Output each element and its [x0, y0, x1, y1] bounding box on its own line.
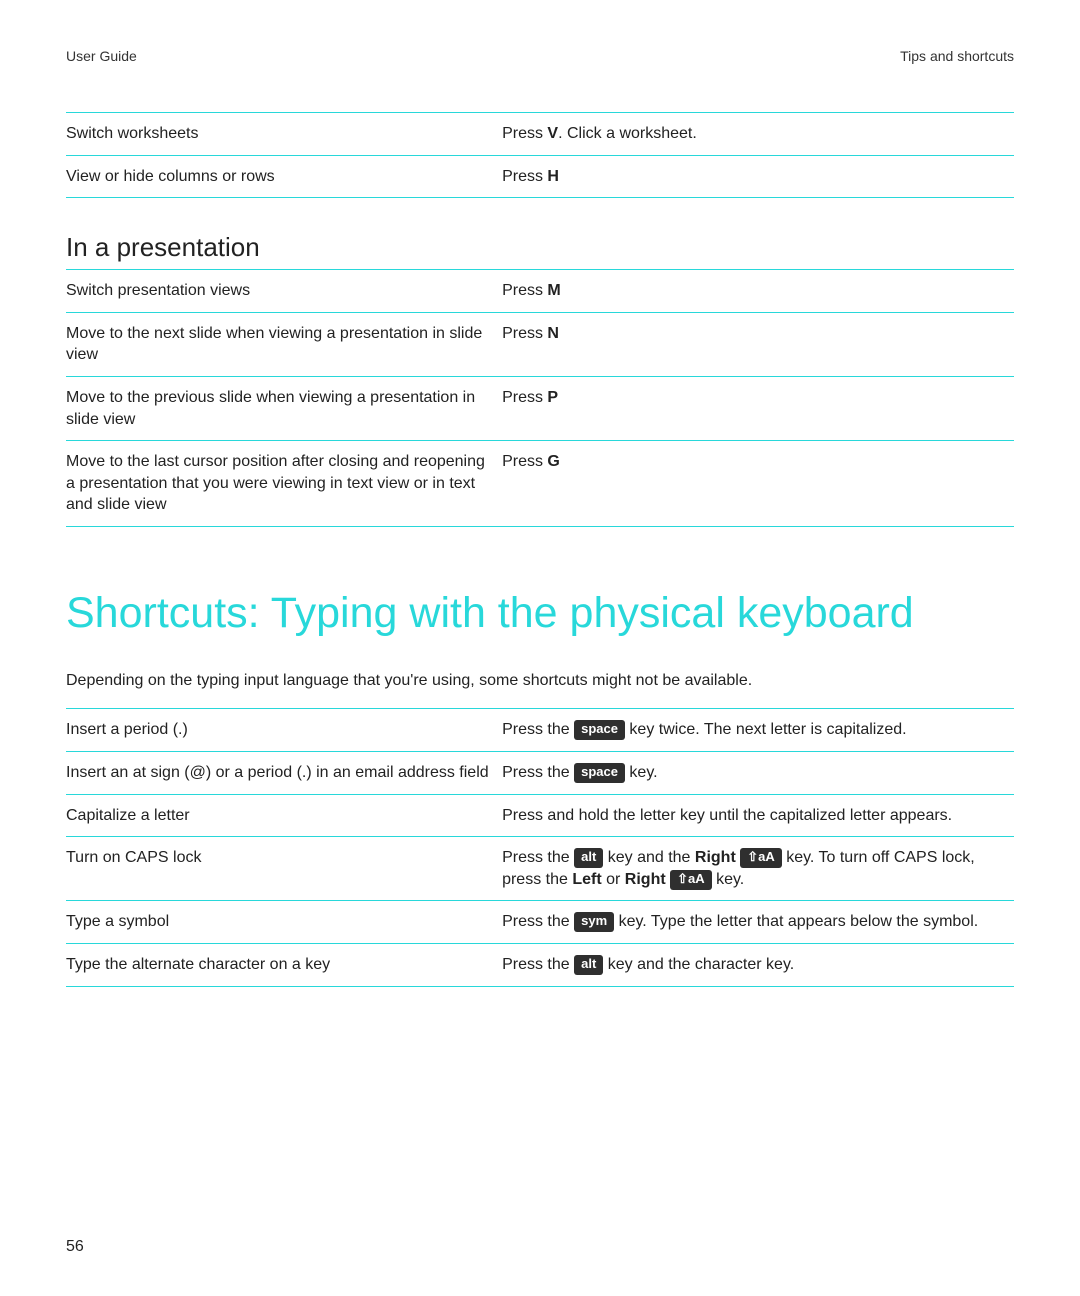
alt-keycap-icon: alt: [574, 955, 603, 975]
shortcut-description: Type a symbol: [66, 901, 502, 944]
shortcut-instruction: Press the alt key and the character key.: [502, 943, 1014, 986]
spreadsheet-shortcut-table: Switch worksheetsPress V. Click a worksh…: [66, 112, 1014, 198]
shortcut-instruction: Press V. Click a worksheet.: [502, 113, 1014, 156]
bold-key: P: [547, 389, 558, 406]
shortcut-description: Switch presentation views: [66, 270, 502, 313]
table-row: Capitalize a letterPress and hold the le…: [66, 794, 1014, 837]
table-row: Switch worksheetsPress V. Click a worksh…: [66, 113, 1014, 156]
running-header: User Guide Tips and shortcuts: [66, 48, 1014, 64]
typing-shortcut-table: Insert a period (.)Press the space key t…: [66, 708, 1014, 986]
document-page: User Guide Tips and shortcuts Switch wor…: [0, 0, 1080, 1296]
shortcut-description: Insert a period (.): [66, 709, 502, 752]
bold-key: G: [547, 453, 559, 470]
alt-keycap-icon: alt: [574, 848, 603, 868]
table-row: Move to the previous slide when viewing …: [66, 376, 1014, 440]
bold-key: Left: [572, 871, 601, 888]
table-row: Insert a period (.)Press the space key t…: [66, 709, 1014, 752]
shortcut-instruction: Press P: [502, 376, 1014, 440]
shortcut-description: Insert an at sign (@) or a period (.) in…: [66, 751, 502, 794]
table-row: Move to the next slide when viewing a pr…: [66, 312, 1014, 376]
shortcut-instruction: Press the sym key. Type the letter that …: [502, 901, 1014, 944]
bold-key: V: [547, 125, 558, 142]
shortcut-instruction: Press and hold the letter key until the …: [502, 794, 1014, 837]
shortcut-instruction: Press the space key.: [502, 751, 1014, 794]
header-left: User Guide: [66, 48, 137, 64]
table-row: Switch presentation viewsPress M: [66, 270, 1014, 313]
shortcut-instruction: Press the space key twice. The next lett…: [502, 709, 1014, 752]
bold-key: Right: [625, 871, 666, 888]
shift-keycap-icon: ⇧aA: [670, 870, 712, 890]
space-keycap-icon: space: [574, 763, 625, 783]
shortcut-instruction: Press G: [502, 441, 1014, 527]
presentation-shortcut-table: Switch presentation viewsPress MMove to …: [66, 269, 1014, 527]
page-number: 56: [66, 1238, 84, 1256]
table-row: Type the alternate character on a keyPre…: [66, 943, 1014, 986]
shortcut-description: Move to the next slide when viewing a pr…: [66, 312, 502, 376]
table-row: View or hide columns or rowsPress H: [66, 155, 1014, 198]
table-row: Turn on CAPS lockPress the alt key and t…: [66, 837, 1014, 901]
section-title: Shortcuts: Typing with the physical keyb…: [66, 589, 1014, 638]
shortcut-instruction: Press H: [502, 155, 1014, 198]
presentation-subheading: In a presentation: [66, 232, 1014, 263]
bold-key: H: [547, 168, 559, 185]
table-row: Type a symbolPress the sym key. Type the…: [66, 901, 1014, 944]
shift-keycap-icon: ⇧aA: [740, 848, 782, 868]
bold-key: N: [547, 325, 559, 342]
shortcut-instruction: Press the alt key and the Right ⇧aA key.…: [502, 837, 1014, 901]
shortcut-description: Capitalize a letter: [66, 794, 502, 837]
shortcut-instruction: Press N: [502, 312, 1014, 376]
shortcut-description: Switch worksheets: [66, 113, 502, 156]
shortcut-description: Turn on CAPS lock: [66, 837, 502, 901]
shortcut-description: Type the alternate character on a key: [66, 943, 502, 986]
bold-key: Right: [695, 849, 736, 866]
shortcut-description: Move to the previous slide when viewing …: [66, 376, 502, 440]
shortcut-description: Move to the last cursor position after c…: [66, 441, 502, 527]
table-row: Insert an at sign (@) or a period (.) in…: [66, 751, 1014, 794]
section-intro: Depending on the typing input language t…: [66, 672, 1014, 690]
table-row: Move to the last cursor position after c…: [66, 441, 1014, 527]
bold-key: M: [547, 282, 560, 299]
shortcut-instruction: Press M: [502, 270, 1014, 313]
shortcut-description: View or hide columns or rows: [66, 155, 502, 198]
sym-keycap-icon: sym: [574, 912, 614, 932]
space-keycap-icon: space: [574, 720, 625, 740]
header-right: Tips and shortcuts: [900, 48, 1014, 64]
